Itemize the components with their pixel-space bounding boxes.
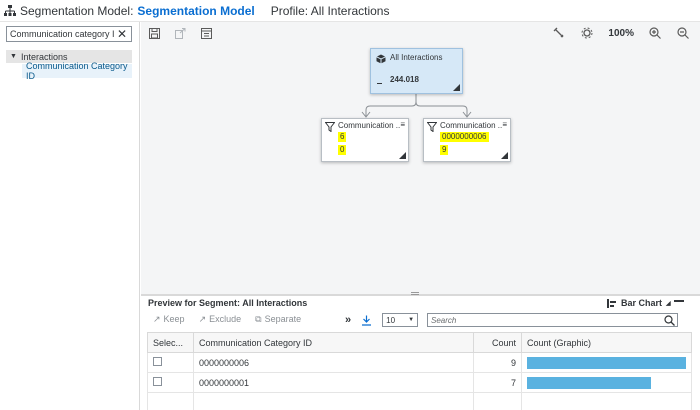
node-title: Communication ... <box>338 121 400 130</box>
header-label: Segmentation Model: <box>20 3 134 18</box>
bar-chart-label: Bar Chart <box>621 298 663 308</box>
filter-icon <box>427 122 437 132</box>
preview-toolbar-right: » 10 ▼ <box>345 313 419 327</box>
row-id: 0000000001 <box>193 372 474 393</box>
resize-corner-icon <box>399 152 406 159</box>
model-name[interactable]: Segmentation Model <box>137 4 254 18</box>
caret-icon: ◢ <box>666 300 671 307</box>
segment-node-child-1[interactable]: Communication ... ≡ 6 0 <box>321 118 409 162</box>
preview-title: Preview for Segment: All Interactions <box>148 298 308 308</box>
segment-node-child-2[interactable]: Communication ... ≡ 0000000006 9 <box>423 118 511 162</box>
page-size-value: 10 <box>386 315 396 325</box>
search-icon[interactable] <box>664 315 675 326</box>
menu-icon[interactable]: ≡ <box>400 120 405 129</box>
separate-icon: ⧉ <box>255 314 262 324</box>
table-row[interactable]: 0000000006 9 <box>147 352 692 373</box>
more-icon[interactable]: » <box>345 314 351 326</box>
node-value: 0000000006 <box>440 132 489 142</box>
keep-button[interactable]: ↗ Keep <box>153 314 185 325</box>
table-row[interactable]: 0000000001 7 <box>147 372 692 393</box>
exclude-button[interactable]: ↗ Exclude <box>199 314 242 325</box>
keep-icon: ↗ <box>153 314 161 324</box>
preview-panel: Preview for Segment: All Interactions Ba… <box>141 296 700 410</box>
separate-button[interactable]: ⧉ Separate <box>255 314 301 325</box>
table-row-empty <box>147 392 692 410</box>
attribute-search: ✕ <box>6 26 132 42</box>
row-checkbox[interactable] <box>153 377 162 386</box>
profile-label: Profile: All Interactions <box>270 3 390 18</box>
exclude-icon: ↗ <box>198 314 207 324</box>
title-bar: Segmentation Model: Segmentation Model P… <box>0 0 700 22</box>
splitter-grip-icon[interactable] <box>411 292 419 295</box>
attribute-search-input[interactable] <box>7 29 115 39</box>
segmentation-canvas: 100% All Interactions 244.018 Communicat… <box>141 22 700 294</box>
column-header-select[interactable]: Selec... <box>147 332 194 353</box>
resize-corner-icon <box>501 152 508 159</box>
chevron-down-icon: ▼ <box>408 317 415 323</box>
tree-node-label: Interactions <box>20 51 68 62</box>
preview-search-input[interactable]: Search <box>427 313 678 327</box>
row-id: 0000000006 <box>193 352 474 373</box>
node-value: 6 <box>338 132 347 142</box>
page-size-select[interactable]: 10 ▼ <box>382 313 419 327</box>
preview-table: Selec... Communication Category ID Count… <box>147 332 692 410</box>
bar-chart-icon <box>607 298 616 308</box>
column-header-graphic[interactable]: Count (Graphic) <box>521 332 692 353</box>
resize-corner-icon <box>453 84 460 91</box>
tree-item-communication-category-id[interactable]: Communication Category ID <box>22 61 132 81</box>
column-header-count[interactable]: Count <box>473 332 522 353</box>
count-bar <box>527 356 686 369</box>
bar-chart-toggle[interactable]: Bar Chart ◢ <box>607 298 671 308</box>
row-count: 9 <box>473 352 522 373</box>
collapse-icon[interactable] <box>377 83 382 84</box>
filter-icon <box>325 122 335 132</box>
hierarchy-icon <box>4 4 16 16</box>
row-checkbox[interactable] <box>153 357 162 366</box>
download-icon[interactable] <box>361 315 372 326</box>
minimize-icon[interactable] <box>674 300 684 302</box>
row-count: 7 <box>473 372 522 393</box>
preview-toolbar: ↗ Keep ↗ Exclude ⧉ Separate <box>153 314 301 325</box>
search-placeholder: Search <box>431 315 457 325</box>
node-count: 9 <box>440 145 449 155</box>
menu-icon[interactable]: ≡ <box>502 120 507 129</box>
table-header-row: Selec... Communication Category ID Count… <box>147 332 692 353</box>
column-header-id[interactable]: Communication Category ID <box>193 332 474 353</box>
node-title: All Interactions <box>390 53 443 62</box>
segment-node-root[interactable]: All Interactions 244.018 <box>370 48 463 94</box>
caret-down-icon[interactable]: ▼ <box>10 53 17 60</box>
node-count: 0 <box>338 145 347 155</box>
node-title: Communication ... <box>440 121 502 130</box>
attribute-panel: ✕ ▼ Interactions Communication Category … <box>0 22 140 410</box>
tree-item-label: Communication Category ID <box>26 61 128 81</box>
cube-icon <box>376 54 386 64</box>
count-bar <box>527 376 652 389</box>
clear-icon[interactable]: ✕ <box>115 27 129 41</box>
node-count: 244.018 <box>390 75 419 84</box>
